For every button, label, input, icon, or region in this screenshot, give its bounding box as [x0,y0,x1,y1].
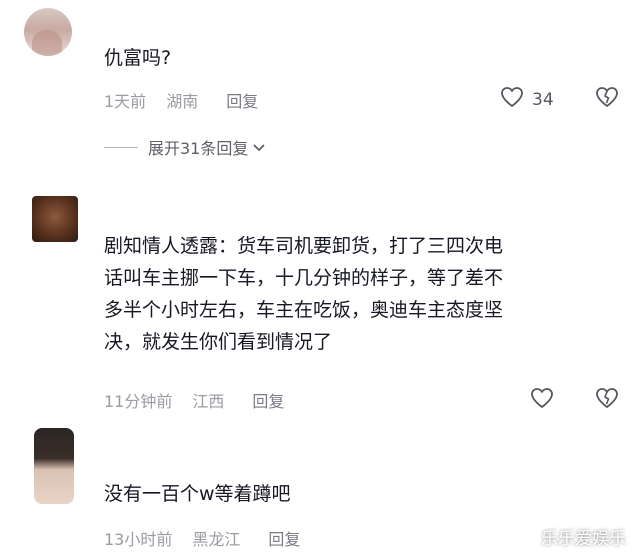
comment-line: 剧知情人透露：货车司机要卸货，打了三四次电 [104,235,504,257]
avatar[interactable] [24,8,72,56]
reply-button[interactable]: 回复 [268,526,300,550]
like-button[interactable]: 34 [500,86,554,113]
broken-heart-icon[interactable] [595,86,619,108]
comment-time: 11分钟前 [104,392,173,411]
heart-outline-icon [500,86,524,113]
reply-button[interactable]: 回复 [226,88,258,112]
comment-location: 黑龙江 [192,530,241,549]
watermark-text: 乐乐爱娱乐 [541,529,626,549]
divider [104,146,138,148]
comment-time: 13小时前 [104,530,173,549]
comment-line: 决，就发生你们看到情况了 [104,331,333,353]
comment-line: 话叫车主挪一下车，十几分钟的样子，等了差不 [104,267,504,289]
heart-outline-icon[interactable] [530,387,554,409]
comment-meta: 11分钟前 江西 回复 [104,388,284,412]
broken-heart-icon[interactable] [595,387,619,409]
expand-replies-button[interactable]: 展开31条回复 [104,135,266,159]
watermark-logo-icon [521,526,537,547]
chevron-down-icon [252,138,266,157]
comment-meta: 1天前 湖南 回复 [104,88,258,112]
comment-text: 仇富吗? [104,47,172,69]
comment-location: 湖南 [166,92,199,111]
avatar[interactable] [34,428,74,504]
expand-replies-label: 展开31条回复 [148,139,249,158]
comment-text: 剧知情人透露：货车司机要卸货，打了三四次电 话叫车主挪一下车，十几分钟的样子，等… [104,230,503,358]
comment-meta: 13小时前 黑龙江 回复 [104,526,300,550]
comment-time: 1天前 [104,92,147,111]
like-count: 34 [532,89,554,110]
reply-button[interactable]: 回复 [252,388,284,412]
watermark: 乐乐爱娱乐 [521,524,626,549]
avatar[interactable] [32,196,78,242]
comment-line: 多半个小时左右，车主在吃饭，奥迪车主态度坚 [104,299,504,321]
comment-text: 没有一百个w等着蹲吧 [104,483,291,505]
comment-location: 江西 [192,392,225,411]
